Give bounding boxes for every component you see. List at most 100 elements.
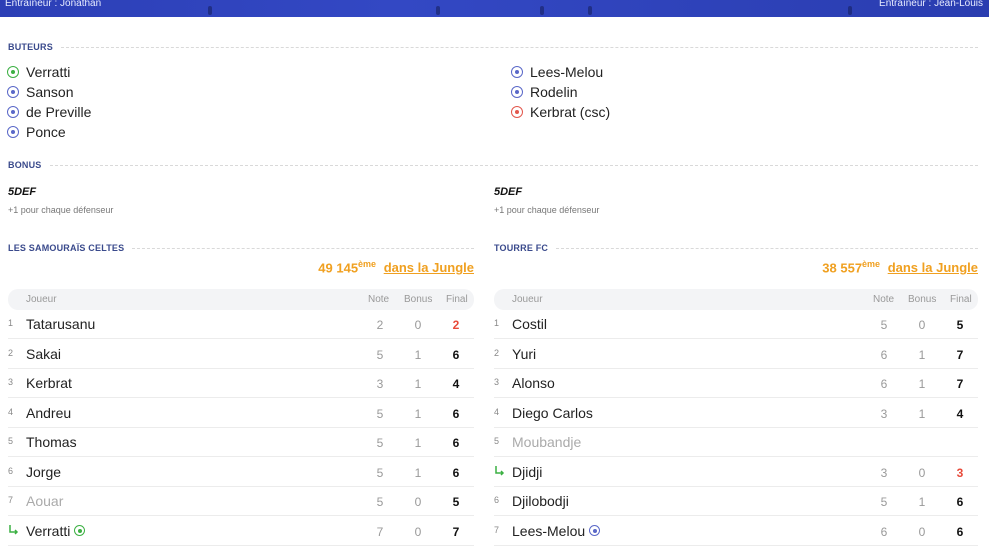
col-player: Joueur [512,294,543,305]
player-position-number: 5 [494,436,500,446]
player-position-number: 3 [8,377,14,387]
player-final: 6 [452,347,460,362]
scorer-item: Verratti [7,64,70,80]
player-final: 5 [452,495,460,509]
substitution-icon [9,524,19,535]
jungle-ranking-link[interactable]: dans la Jungle [384,260,474,275]
player-note: 5 [376,465,384,480]
col-final: Final [950,294,972,305]
goal-ball-icon [511,66,523,78]
player-position-number: 5 [8,436,14,446]
player-row[interactable]: 1 Tatarusanu 2 0 2 [8,310,474,339]
player-bonus: 0 [918,318,926,332]
player-bonus: 1 [918,347,926,362]
player-final: 6 [452,406,460,421]
player-name[interactable]: Aouar [26,493,63,509]
player-name[interactable]: Djilobodji [512,493,569,509]
col-bonus: Bonus [908,294,937,305]
player-row[interactable]: 7 Lees-Melou 6 0 6 [494,517,978,546]
bonus-desc-right: +1 pour chaque défenseur [494,205,600,215]
bonus-name-left: 5DEF [8,186,37,198]
player-note: 7 [376,524,384,539]
player-row[interactable]: 2 Sakai 5 1 6 [8,340,474,369]
player-row[interactable]: 6 Jorge 5 1 6 [8,458,474,487]
player-name[interactable]: Djidji [512,464,542,480]
player-position-number: 1 [8,318,14,328]
goal-ball-icon [7,86,19,98]
player-name[interactable]: Andreu [26,405,71,421]
player-row[interactable]: 5 Moubandje [494,428,978,457]
player-row[interactable]: 4 Andreu 5 1 6 [8,399,474,428]
player-row[interactable]: Verratti 7 0 7 [8,517,474,546]
player-bonus: 0 [414,524,422,539]
player-bonus: 0 [414,495,422,509]
scorer-name[interactable]: de Preville [26,104,91,120]
player-name[interactable]: Costil [512,316,547,332]
player-position-number: 4 [8,406,14,417]
player-position-number: 4 [494,406,500,417]
player-name[interactable]: Yuri [512,346,536,362]
jungle-ranking-link[interactable]: dans la Jungle [888,260,978,275]
player-name[interactable]: Alonso [512,375,555,391]
player-row[interactable]: 3 Alonso 6 1 7 [494,369,978,398]
player-silhouette [588,6,592,15]
player-position-number: 3 [494,377,500,387]
player-final: 6 [956,495,964,509]
player-name[interactable]: Diego Carlos [512,405,593,421]
bonus-section-title: BONUS [8,160,978,170]
bonus-name-right: 5DEF [494,186,523,198]
scorer-name[interactable]: Verratti [26,64,70,80]
goal-ball-icon [7,106,19,118]
goal-ball-icon [511,86,523,98]
player-position-number: 6 [8,465,14,476]
player-row[interactable]: 3 Kerbrat 3 1 4 [8,369,474,398]
player-note: 5 [376,495,384,509]
player-row[interactable]: 6 Djilobodji 5 1 6 [494,487,978,516]
player-note: 5 [880,318,888,332]
player-position-number: 6 [494,495,500,505]
scorers-section-title: BUTEURS [8,42,978,52]
player-name[interactable]: Kerbrat [26,375,72,391]
player-note: 3 [880,406,888,421]
player-row[interactable]: 4 Diego Carlos 3 1 4 [494,399,978,428]
player-name[interactable]: Thomas [26,434,77,450]
player-final: 7 [956,377,964,391]
scorer-name[interactable]: Rodelin [530,84,577,100]
goal-ball-icon [7,126,19,138]
col-player: Joueur [26,294,57,305]
bonus-desc-left: +1 pour chaque défenseur [8,205,114,215]
scorer-item: Ponce [7,124,66,140]
player-name[interactable]: Verratti [26,523,86,539]
player-name[interactable]: Jorge [26,464,61,480]
team-title-left: LES SAMOURAÏS CELTES [8,243,474,253]
goal-ball-icon [7,66,19,78]
scorer-name[interactable]: Ponce [26,124,66,140]
player-silhouette [208,6,212,15]
player-name[interactable]: Lees-Melou [512,523,601,539]
player-name[interactable]: Sakai [26,346,61,362]
match-header-banner: Entraîneur : Jonathan Entraîneur : Jean-… [0,0,989,17]
player-row[interactable]: 2 Yuri 6 1 7 [494,340,978,369]
scorer-name[interactable]: Lees-Melou [530,64,603,80]
col-bonus: Bonus [404,294,433,305]
scorer-name[interactable]: Kerbrat (csc) [530,104,610,120]
goal-ball-icon [74,525,86,536]
player-note: 6 [880,524,888,539]
scorer-name[interactable]: Sanson [26,84,73,100]
player-note: 5 [376,436,384,450]
player-row[interactable]: 5 Thomas 5 1 6 [8,428,474,457]
player-name[interactable]: Moubandje [512,434,581,450]
player-bonus: 0 [414,318,422,332]
player-bonus: 1 [918,406,926,421]
player-row[interactable]: Djidji 3 0 3 [494,458,978,487]
player-final: 7 [452,524,460,539]
player-name[interactable]: Tatarusanu [26,316,95,332]
scorer-item: de Preville [7,104,91,120]
player-row[interactable]: 1 Costil 5 0 5 [494,310,978,339]
player-row[interactable]: 7 Aouar 5 0 5 [8,487,474,516]
team-ranking-left: 49 145ème dans la Jungle [318,259,474,276]
player-final: 3 [956,465,964,480]
player-final: 6 [452,465,460,480]
scorer-item: Rodelin [511,84,577,100]
player-position-number: 1 [494,318,500,328]
